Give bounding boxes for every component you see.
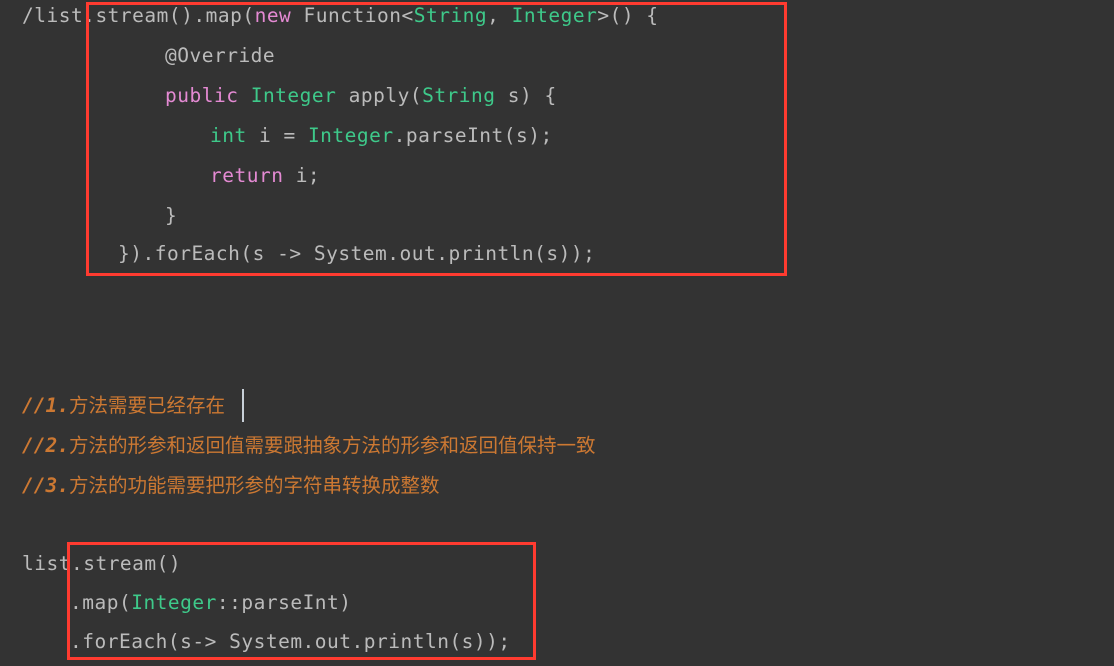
code-token-closing-brace: } xyxy=(165,204,178,227)
code-token-foreach-call: }).forEach(s -> System.out.println(s)); xyxy=(118,242,596,265)
comment-line-1[interactable]: //1.方法需要已经存在 xyxy=(22,386,225,426)
code-token-new-keyword: new xyxy=(254,4,292,27)
text-caret xyxy=(242,389,244,422)
code-token-integer-methodref: Integer xyxy=(131,591,217,614)
code-token-parseint-call: .parseInt(s); xyxy=(393,124,553,147)
code-token-stream-call: .stream() xyxy=(70,552,182,575)
code-token-string-type: String xyxy=(413,4,488,27)
code-token-integer-type: Integer xyxy=(511,4,598,27)
code-editor-canvas[interactable]: /list.stream().map(new Function<String, … xyxy=(0,0,1114,666)
code-line-3[interactable]: public Integer apply(String s) { xyxy=(165,76,557,116)
comment-1-text: 方法需要已经存在 xyxy=(68,394,225,417)
code-token-map-call: .map( xyxy=(70,591,132,614)
code-line-5[interactable]: return i; xyxy=(210,156,320,196)
code-token-generic-close: >() { xyxy=(597,4,659,27)
comment-1-number: 1. xyxy=(45,394,69,417)
code-token-assign: i = xyxy=(246,124,308,147)
code-line-4[interactable]: int i = Integer.parseInt(s); xyxy=(210,116,553,156)
code-line-8[interactable]: list.stream() xyxy=(22,544,181,584)
comment-3-text: 方法的功能需要把形参的字符串转换成整数 xyxy=(68,474,440,497)
code-token-return-value: i; xyxy=(283,164,321,187)
code-token-override-annotation: @Override xyxy=(165,44,276,67)
code-token-integer-return-type: Integer xyxy=(250,84,337,107)
comment-2-number: 2. xyxy=(45,434,69,457)
comment-line-3[interactable]: //3.方法的功能需要把形参的字符串转换成整数 xyxy=(22,466,439,506)
code-token-string-param-type: String xyxy=(422,84,496,107)
code-token-stream-map: .stream().map( xyxy=(83,4,255,27)
code-token-apply-method: apply( xyxy=(336,84,423,107)
comment-line-2[interactable]: //2.方法的形参和返回值需要跟抽象方法的形参和返回值保持一致 xyxy=(22,426,595,466)
code-token-return-keyword: return xyxy=(210,164,284,187)
code-token-comma: , xyxy=(487,4,512,27)
code-token-function: Function< xyxy=(291,4,414,27)
comment-2-slashes: // xyxy=(22,434,46,457)
code-token-parseint-methodref: ::parseInt) xyxy=(216,591,352,614)
comment-2-text: 方法的形参和返回值需要跟抽象方法的形参和返回值保持一致 xyxy=(68,434,596,457)
code-token-public-keyword: public xyxy=(165,84,239,107)
code-token-list-var: list xyxy=(22,552,71,575)
code-line-10[interactable]: .forEach(s-> System.out.println(s)); xyxy=(70,622,511,662)
code-line-6[interactable]: } xyxy=(165,196,177,236)
comment-1-slashes: // xyxy=(22,394,46,417)
code-line-7[interactable]: }).forEach(s -> System.out.println(s)); xyxy=(118,234,595,274)
code-token-foreach-lambda: .forEach(s-> System.out.println(s)); xyxy=(70,630,511,653)
code-line-9[interactable]: .map(Integer::parseInt) xyxy=(70,583,352,623)
code-token-space-1 xyxy=(238,84,250,107)
code-token-integer-class: Integer xyxy=(307,124,394,147)
code-line-1[interactable]: /list.stream().map(new Function<String, … xyxy=(22,0,659,36)
comment-3-number: 3. xyxy=(45,474,69,497)
code-token-param-close: s) { xyxy=(495,84,557,107)
code-token-list: /list xyxy=(22,4,84,27)
code-line-2[interactable]: @Override xyxy=(165,36,275,76)
code-token-int-keyword: int xyxy=(210,124,247,147)
comment-3-slashes: // xyxy=(22,474,46,497)
